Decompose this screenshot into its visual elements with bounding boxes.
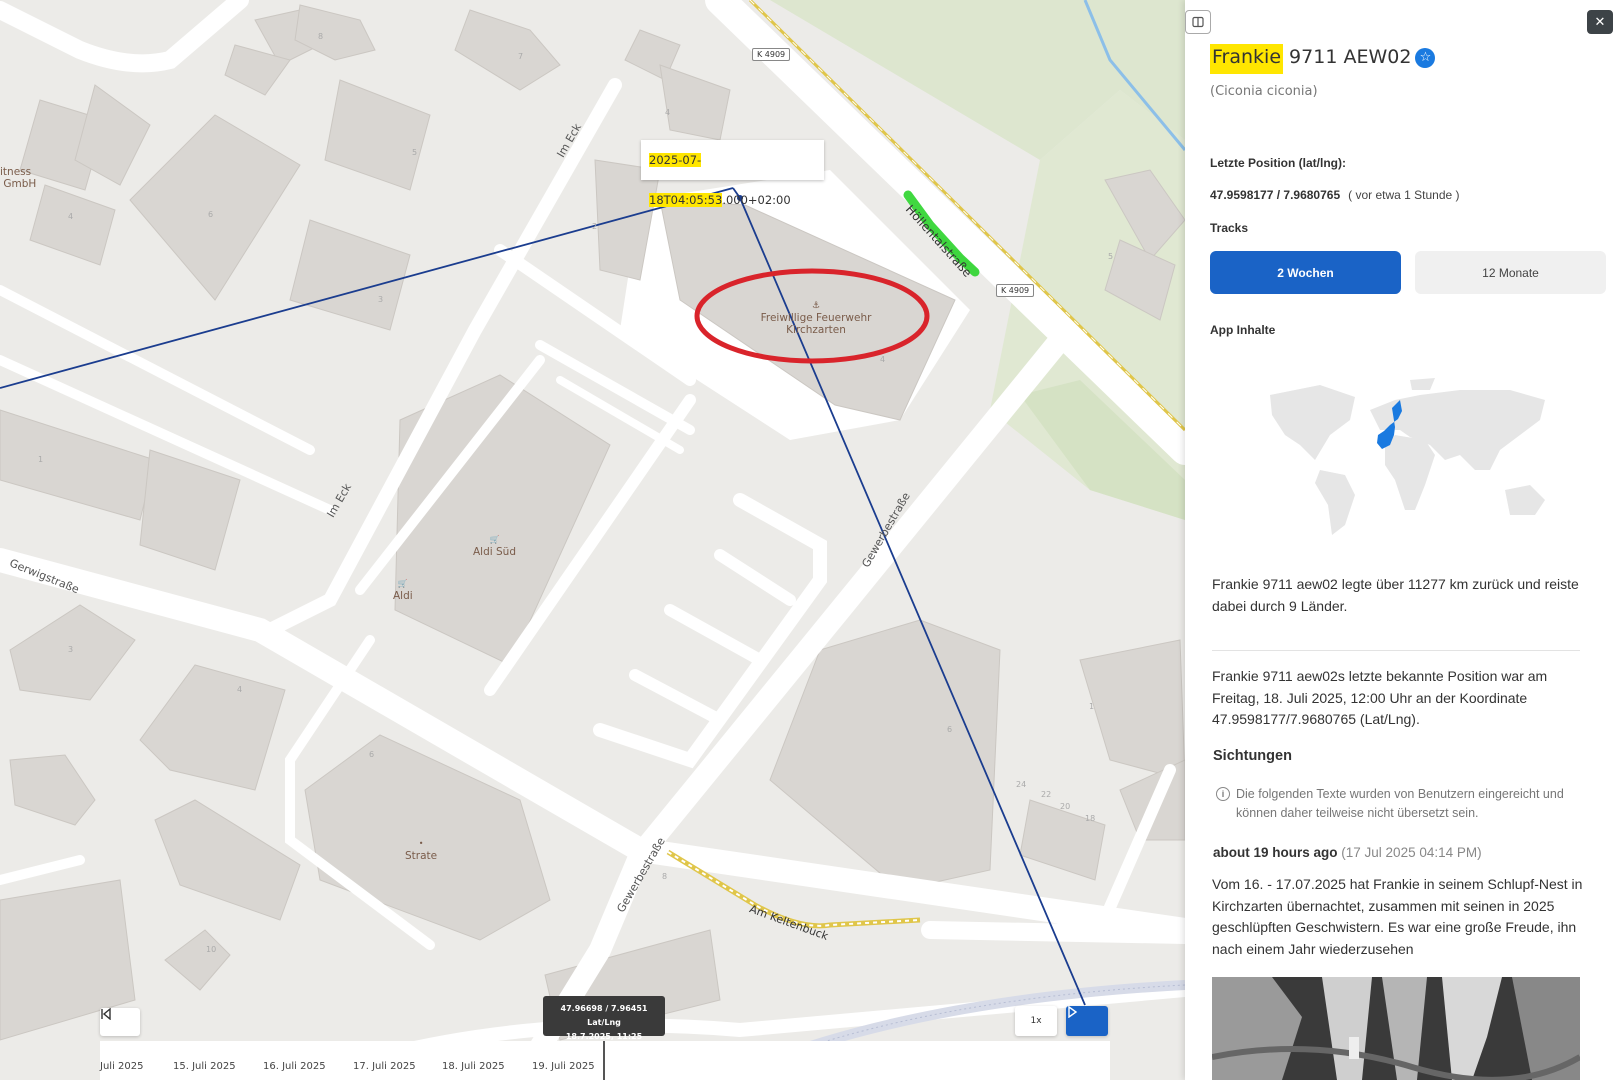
poi-aldi-sued[interactable]: 🛒 Aldi Süd	[473, 534, 516, 558]
poi-strate[interactable]: • Strate	[405, 838, 437, 862]
sighting-photo[interactable]	[1212, 977, 1580, 1080]
house-number: 6	[947, 725, 953, 734]
house-number: 18	[1085, 814, 1096, 823]
timeline-cursor[interactable]	[603, 1041, 605, 1080]
travel-summary: Frankie 9711 aew02 legte über 11277 km z…	[1212, 576, 1579, 614]
tab-2-weeks[interactable]: 2 Wochen	[1210, 251, 1401, 294]
animal-detail-panel: ✕ Frankie 9711 AEW02 ☆ (Ciconia ciconia) …	[1185, 0, 1616, 1080]
panel-toggle-button[interactable]	[1185, 10, 1211, 34]
sightings-heading: Sichtungen	[1213, 748, 1292, 764]
house-number: 4	[68, 212, 74, 221]
last-position-label: Letzte Position (lat/lng):	[1210, 156, 1346, 170]
timeline-label: 18. Juli 2025	[442, 1061, 505, 1072]
house-number: 8	[662, 872, 668, 881]
timeline-cursor-tooltip: 47.96698 / 7.96451 Lat/Lng 18.7.2025, 11…	[543, 996, 665, 1041]
house-number: 4	[880, 355, 886, 364]
poi-fitness[interactable]: itness GmbH	[0, 166, 36, 190]
road-shield: K 4909	[996, 284, 1035, 297]
sidebar-toggle-icon	[1192, 16, 1204, 28]
sightings-info: i Die folgenden Texte wurden von Benutzer…	[1216, 785, 1586, 823]
app-content-label: App Inhalte	[1210, 323, 1276, 337]
poi-aldi[interactable]: 🛒 Aldi	[393, 578, 413, 602]
house-number: 1	[38, 455, 44, 464]
house-number: 5	[1108, 252, 1114, 261]
house-number: 6	[369, 750, 375, 759]
speed-button[interactable]: 1x	[1015, 1006, 1057, 1036]
house-number: 3	[68, 645, 74, 654]
timeline-label: 15. Juli 2025	[173, 1061, 236, 1072]
house-number: 1	[1089, 702, 1095, 711]
house-number: 5	[412, 148, 418, 157]
timeline-label: 17. Juli 2025	[353, 1061, 416, 1072]
verified-star-icon: ☆	[1415, 48, 1436, 68]
info-icon: i	[1216, 787, 1230, 801]
skip-back-icon	[101, 1008, 111, 1020]
house-number: 4	[665, 108, 671, 117]
close-button[interactable]: ✕	[1587, 10, 1613, 34]
divider	[1212, 650, 1580, 651]
world-countries-map[interactable]	[1260, 375, 1560, 540]
house-number: 4	[237, 685, 243, 694]
stork-nest-photo	[1212, 977, 1580, 1080]
timeline-label: Juli 2025	[100, 1061, 144, 1072]
house-number: 3	[378, 295, 384, 304]
timeline-label: 19. Juli 2025	[532, 1061, 595, 1072]
map-view[interactable]: K 4909 K 4909 Im Eck Im Eck Gerwigstraße…	[0, 0, 1185, 1080]
house-number: 20	[1060, 802, 1071, 811]
house-number: 6	[208, 210, 214, 219]
last-position-summary: Frankie 9711 aew02s letzte bekannte Posi…	[1212, 668, 1548, 727]
animal-title: Frankie 9711 AEW02 ☆	[1210, 44, 1436, 74]
map-canvas	[0, 0, 1185, 1080]
house-number: 2	[592, 222, 598, 231]
skip-back-button[interactable]	[100, 1008, 140, 1036]
last-position-value: 47.9598177 / 7.9680765( vor etwa 1 Stund…	[1210, 188, 1460, 202]
close-icon: ✕	[1594, 14, 1606, 30]
point-timestamp-tooltip: 2025-07-18T04:05:53.000+02:00	[641, 140, 824, 207]
house-number: 22	[1041, 790, 1052, 799]
house-number: 24	[1016, 780, 1027, 789]
house-number: 7	[518, 52, 524, 61]
house-number: 10	[206, 945, 217, 954]
sighting-text: Vom 16. - 17.07.2025 hat Frankie in sein…	[1212, 876, 1583, 957]
sighting-time: about 19 hours ago (17 Jul 2025 04:14 PM…	[1213, 845, 1482, 860]
poi-feuerwehr[interactable]: ⚓ Freiwillige Feuerwehr Kirchzarten	[760, 300, 872, 336]
house-number: 8	[318, 32, 324, 41]
play-button[interactable]	[1066, 1006, 1108, 1036]
timeline-label: 16. Juli 2025	[263, 1061, 326, 1072]
species-name: (Ciconia ciconia)	[1210, 84, 1318, 99]
play-icon	[1068, 1006, 1078, 1018]
tab-12-months[interactable]: 12 Monate	[1415, 251, 1606, 294]
road-shield: K 4909	[752, 48, 791, 61]
tracks-label: Tracks	[1210, 221, 1249, 235]
timeline-bar[interactable]: Juli 2025 15. Juli 2025 16. Juli 2025 17…	[100, 1041, 1110, 1080]
